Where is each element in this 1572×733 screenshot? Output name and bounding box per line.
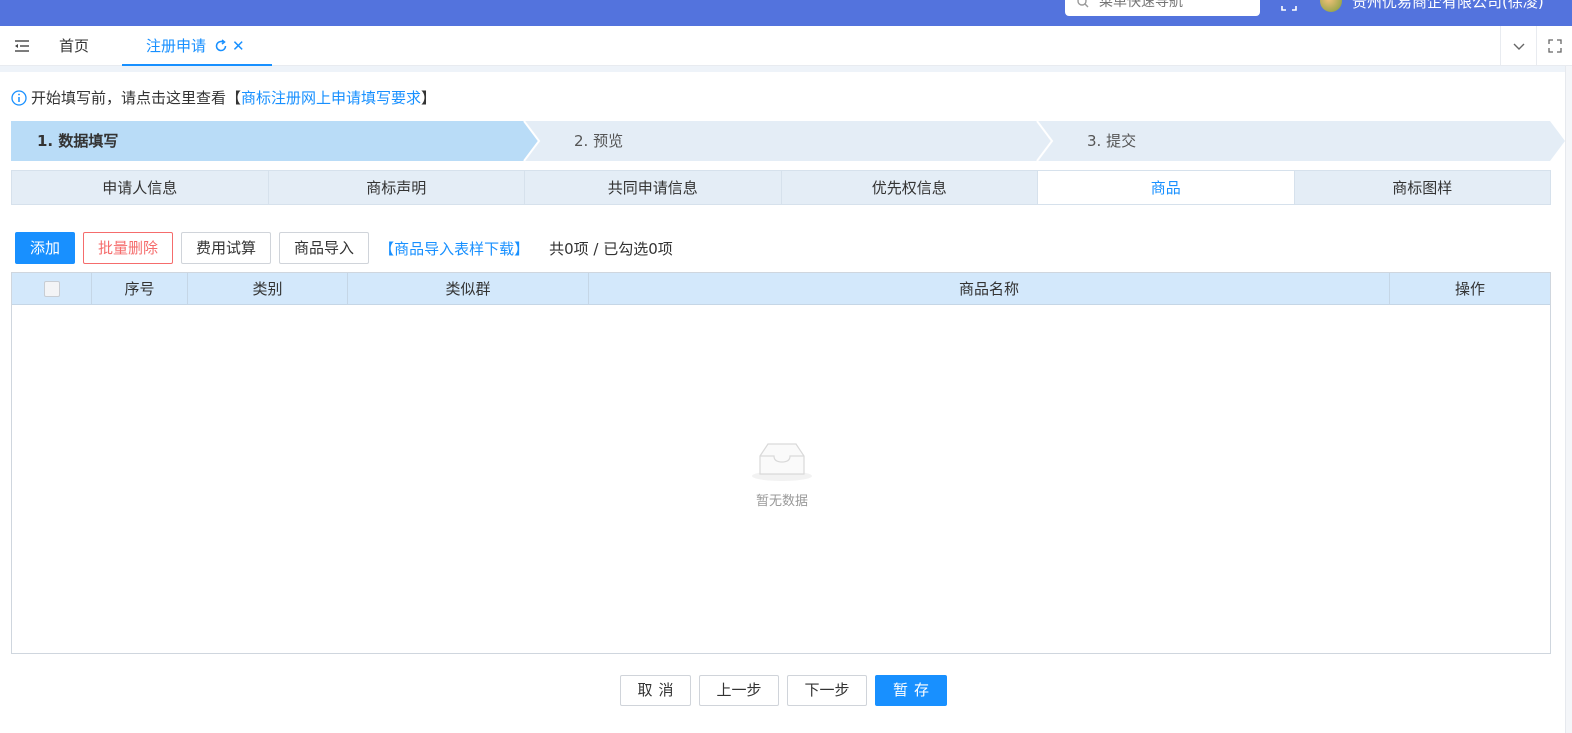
add-button[interactable]: 添加 — [15, 232, 76, 264]
empty-state: 暂无数据 — [732, 438, 832, 509]
page-tabs-bar: 首页 注册申请 ✕ — [0, 26, 1572, 66]
menu-collapse-icon[interactable] — [14, 38, 30, 54]
fullscreen-icon[interactable] — [1280, 0, 1298, 12]
tab-register-label: 注册申请 — [146, 37, 207, 55]
step-preview: 2. 预览 — [574, 132, 624, 150]
steps-bar: 1. 数据填写 2. 预览 3. 提交 — [11, 121, 1566, 161]
notice-suffix: 】 — [421, 89, 437, 107]
fee-calc-button[interactable]: 费用试算 — [181, 232, 272, 264]
step-submit: 3. 提交 — [1087, 132, 1137, 150]
empty-inbox-icon — [752, 443, 812, 481]
save-draft-button[interactable]: 暂存 — [875, 675, 947, 706]
top-header-bar: 贵州优易商企有限公司(徐凌) — [0, 0, 1572, 26]
notice-prefix: 开始填写前，请点击这里查看【 — [31, 89, 242, 107]
expand-icon — [1547, 39, 1562, 53]
table-header: 序号 类别 类似群 商品名称 操作 — [12, 273, 1550, 305]
steps-arrows — [11, 121, 1565, 161]
fill-notice: 开始填写前，请点击这里查看【商标注册网上申请填写要求】 — [11, 87, 436, 109]
cancel-button[interactable]: 取消 — [620, 675, 691, 706]
goods-table: 序号 类别 类似群 商品名称 操作 暂无数据 — [11, 272, 1551, 654]
refresh-icon[interactable] — [214, 39, 228, 53]
column-header-goods-name[interactable]: 商品名称 — [589, 273, 1390, 305]
goods-toolbar: 添加 批量删除 费用试算 商品导入 【商品导入表样下载】 共0项 / 已勾选0项 — [15, 232, 673, 264]
search-icon — [1077, 0, 1089, 8]
column-header-similar-group[interactable]: 类似群 — [348, 273, 589, 305]
header-select-all — [12, 273, 92, 305]
form-footer: 取消 上一步 下一步 暂存 — [620, 675, 955, 707]
tab-trademark-image[interactable]: 商标图样 — [1293, 170, 1551, 205]
empty-text: 暂无数据 — [755, 494, 808, 509]
selection-count: 共0项 / 已勾选0项 — [549, 239, 673, 258]
tab-joint-application[interactable]: 共同申请信息 — [524, 170, 781, 205]
chevron-down-icon — [1513, 43, 1524, 50]
column-header-actions: 操作 — [1454, 280, 1485, 298]
company-name[interactable]: 贵州优易商企有限公司(徐凌) — [1352, 0, 1544, 12]
tab-trademark-statement[interactable]: 商标声明 — [267, 170, 524, 205]
page-scrollbar[interactable] — [1565, 66, 1572, 733]
previous-step-button[interactable]: 上一步 — [699, 675, 779, 706]
next-step-button[interactable]: 下一步 — [787, 675, 867, 706]
notice-requirements-link[interactable]: 商标注册网上申请填写要求 — [241, 89, 421, 107]
menu-search-box[interactable] — [1065, 0, 1260, 16]
section-tabs: 申请人信息 商标声明 共同申请信息 优先权信息 商品 商标图样 — [11, 170, 1551, 205]
goods-import-button[interactable]: 商品导入 — [279, 232, 370, 264]
tabs-dropdown-button[interactable] — [1500, 26, 1536, 66]
tab-register-application[interactable]: 注册申请 ✕ — [122, 26, 272, 66]
step-data-entry: 1. 数据填写 — [37, 132, 119, 150]
tab-applicant-info[interactable]: 申请人信息 — [11, 170, 268, 205]
column-header-index[interactable]: 序号 — [92, 273, 188, 305]
user-avatar[interactable] — [1320, 0, 1342, 12]
close-icon[interactable]: ✕ — [232, 26, 245, 66]
batch-delete-button[interactable]: 批量删除 — [83, 232, 174, 264]
content-top-strip — [0, 66, 1572, 72]
tab-goods[interactable]: 商品 — [1037, 170, 1294, 205]
tabs-fullscreen-button[interactable] — [1536, 26, 1572, 66]
select-all-checkbox[interactable] — [43, 281, 60, 297]
import-template-download-link[interactable]: 【商品导入表样下载】 — [379, 238, 529, 259]
info-icon — [11, 90, 27, 106]
menu-search-input[interactable] — [1099, 0, 1249, 10]
tab-home[interactable]: 首页 — [59, 26, 89, 66]
column-header-class[interactable]: 类别 — [188, 273, 348, 305]
tab-priority-info[interactable]: 优先权信息 — [780, 170, 1037, 205]
